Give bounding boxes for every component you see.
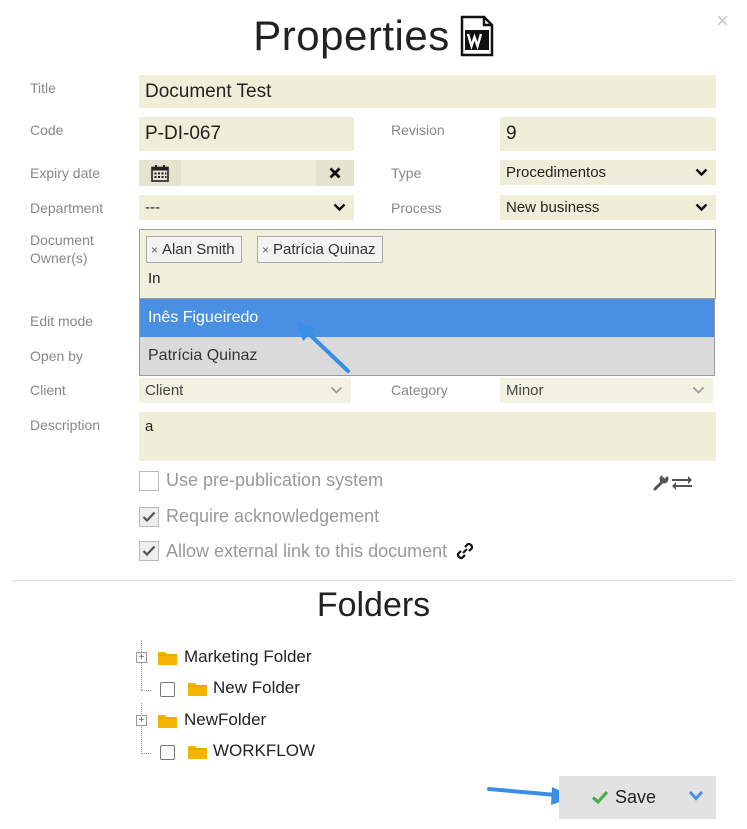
owner-suggestions-dropdown: Inês Figueiredo Patrícia Quinaz [139,299,715,376]
folders-title: Folders [316,586,431,624]
chevron-down-icon [333,203,346,212]
type-select[interactable]: Procedimentos [500,160,716,185]
description-textarea[interactable]: a [139,412,716,461]
section-divider [12,580,734,581]
process-value: New business [506,199,600,216]
folder-icon [188,746,207,759]
folder-checkbox[interactable] [160,745,175,760]
client-label: Client [30,382,66,398]
chevron-down-icon [330,386,343,394]
revision-field[interactable]: 9 [500,117,716,151]
remove-tag-icon[interactable]: × [262,243,269,257]
dialog-title: Properties [253,12,450,59]
category-value: Minor [506,382,544,399]
expiry-date-field[interactable] [181,160,316,186]
save-label: Save [615,787,657,807]
owner-tag[interactable]: × Alan Smith [146,236,242,263]
folder-label[interactable]: Marketing Folder [184,647,312,667]
category-label: Category [391,382,448,398]
swap-arrows-icon [672,476,692,490]
folder-icon [158,715,177,728]
save-button[interactable]: Save [559,776,716,819]
owners-multiselect[interactable]: × Alan Smith × Patrícia Quinaz In [139,229,716,299]
client-value: Client [145,382,184,399]
acknowledgement-option: Require acknowledgement [139,506,379,527]
expiry-date-label: Expiry date [30,165,101,181]
external-link-label: Allow external link to this document [166,540,448,561]
expand-plus-icon[interactable]: + [136,652,147,663]
acknowledgement-checkbox[interactable] [139,506,159,527]
tree-line [141,753,151,754]
folder-label[interactable]: NewFolder [184,710,266,730]
chevron-down-icon [695,168,708,177]
close-icon[interactable]: × [716,10,729,32]
chevron-down-icon [692,386,705,394]
chevron-down-icon [695,203,708,212]
wrench-swap-icon[interactable] [652,472,694,492]
department-select[interactable]: --- [139,195,354,220]
dialog-header: Properties [0,8,747,64]
folder-icon [158,652,177,665]
department-value: --- [145,199,160,216]
edit-mode-label: Edit mode [30,313,94,329]
checkmark-icon [142,545,156,557]
wrench-icon [653,472,669,491]
owners-label: Document Owner(s) [30,232,94,266]
folder-label[interactable]: WORKFLOW [213,741,315,761]
checkmark-icon [142,511,156,522]
owner-tag[interactable]: × Patrícia Quinaz [257,236,383,263]
annotation-arrow [296,322,350,373]
clear-date-button[interactable] [316,160,354,186]
owner-search-input[interactable]: In [148,270,161,287]
prepublication-checkbox[interactable] [139,470,159,491]
process-label: Process [391,200,442,216]
external-link-checkbox[interactable] [139,541,159,561]
link-icon[interactable] [454,540,476,562]
acknowledgement-label: Require acknowledgement [166,506,380,526]
checkmark-icon [591,790,609,805]
department-label: Department [30,200,104,216]
description-label: Description [30,417,101,433]
prepublication-label: Use pre-publication system [166,470,384,490]
revision-label: Revision [391,122,445,138]
tree-line [141,640,142,690]
folder-icon [188,683,207,696]
open-by-label: Open by [30,348,83,364]
calendar-icon [151,164,169,182]
external-link-option: Allow external link to this document [139,540,476,562]
code-label: Code [30,122,64,138]
type-label: Type [391,165,422,181]
tree-line [141,703,142,754]
category-select[interactable]: Minor [500,378,713,403]
clear-icon [329,167,341,179]
code-field[interactable]: P-DI-067 [139,117,354,151]
client-select[interactable]: Client [139,378,351,403]
chevron-down-icon[interactable] [688,790,704,802]
folder-checkbox[interactable] [160,682,175,697]
calendar-button[interactable] [139,160,181,186]
remove-tag-icon[interactable]: × [151,243,158,257]
tree-line [141,690,151,691]
folder-label[interactable]: New Folder [213,678,300,698]
title-field[interactable]: Document Test [139,75,716,108]
suggestion-item[interactable]: Inês Figueiredo [140,299,714,337]
process-select[interactable]: New business [500,195,716,220]
title-label: Title [30,80,56,96]
type-value: Procedimentos [506,164,607,181]
suggestion-item[interactable]: Patrícia Quinaz [140,337,714,375]
prepublication-option: Use pre-publication system [139,470,383,491]
word-document-icon [460,15,493,57]
owner-tag-label: Alan Smith [162,241,235,258]
expand-plus-icon[interactable]: + [136,715,147,726]
owner-tag-label: Patrícia Quinaz [273,241,376,258]
